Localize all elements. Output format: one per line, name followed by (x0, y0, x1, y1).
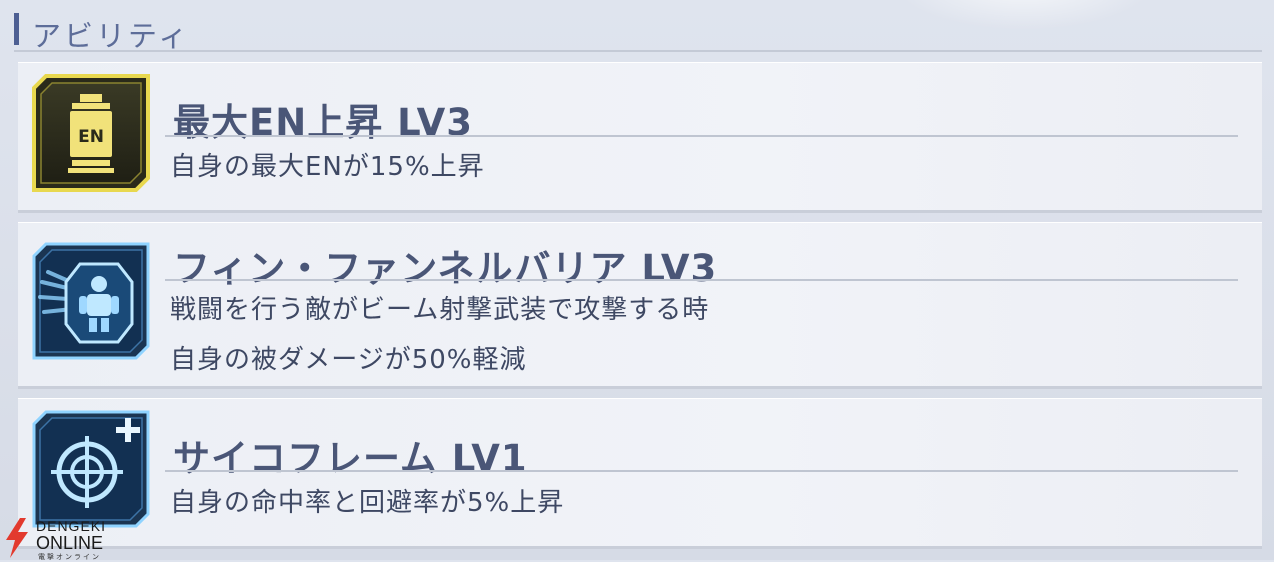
section-accent-bar (14, 13, 19, 45)
ability-description-line-2: 自身の被ダメージが50%軽減 (170, 345, 527, 375)
ability-title: サイコフレーム LV1 (173, 437, 528, 480)
lightning-bolt-icon (6, 518, 28, 558)
ability-divider (165, 135, 1238, 137)
crosshair-plus-icon (32, 410, 150, 528)
watermark-line-1: DENGEKI (36, 518, 107, 534)
watermark-line-2: ONLINE (36, 533, 104, 553)
ability-card-fin-funnel-barrier[interactable]: フィン・ファンネルバリア LV3 戦闘を行う敵がビーム射撃武装で攻撃する時 自身… (18, 222, 1262, 389)
ability-card-max-en[interactable]: EN 最大EN上昇 LV3 自身の最大ENが15%上昇 (18, 62, 1262, 213)
ability-description-line-1: 戦闘を行う敵がビーム射撃武装で攻撃する時 (170, 295, 710, 325)
fin-funnel-barrier-icon (32, 242, 150, 360)
ability-title: フィン・ファンネルバリア LV3 (173, 247, 718, 290)
svg-text:EN: EN (78, 127, 104, 147)
section-title: アビリティ (32, 19, 191, 53)
en-canister-icon: EN (32, 74, 150, 192)
ability-description: 自身の命中率と回避率が5%上昇 (170, 488, 565, 518)
ability-title: 最大EN上昇 LV3 (173, 101, 473, 144)
ability-card-psycho-frame[interactable]: サイコフレーム LV1 自身の命中率と回避率が5%上昇 (18, 398, 1262, 549)
ability-description: 自身の最大ENが15%上昇 (170, 152, 485, 182)
section-header: アビリティ (14, 8, 1262, 53)
dengeki-online-watermark: DENGEKI ONLINE 電撃オンライン (0, 516, 130, 561)
watermark-line-3: 電撃オンライン (38, 554, 101, 561)
ability-divider (165, 470, 1238, 472)
ability-divider (165, 279, 1238, 281)
